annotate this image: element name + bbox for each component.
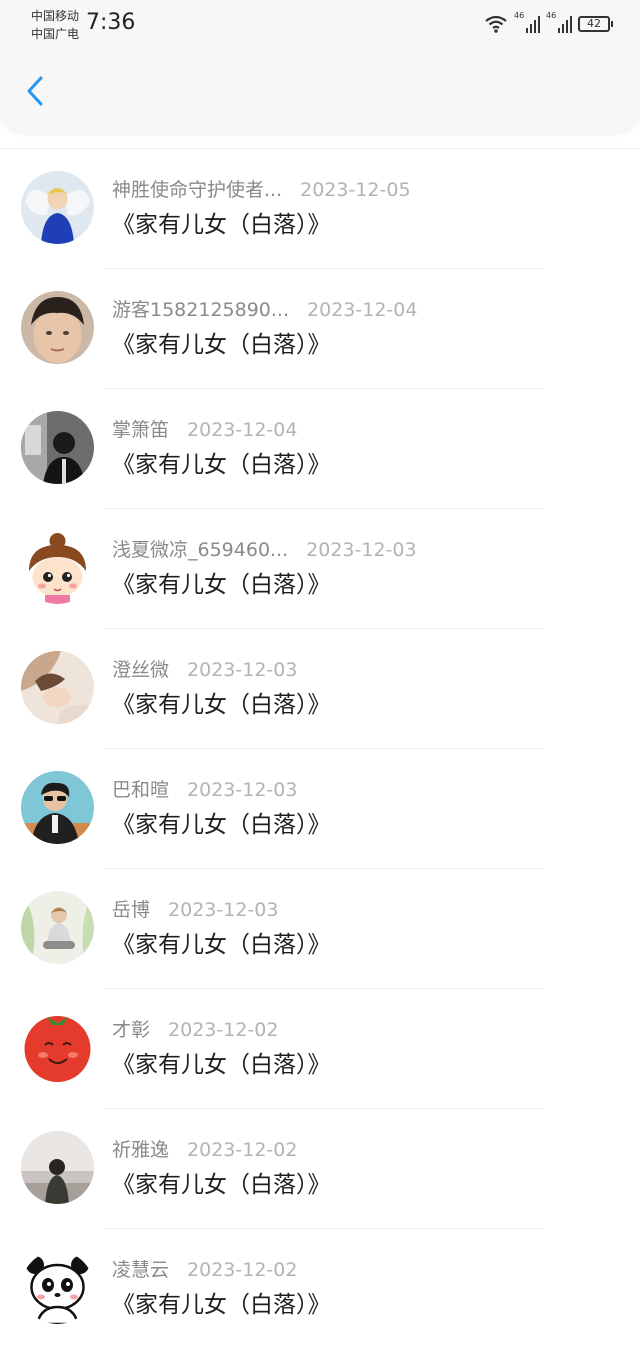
work-title[interactable]: 《家有儿女（白落）》 [112,930,331,960]
sitting-girl-avatar-icon [21,891,94,964]
timestamp: 2023-12-05 [300,179,411,201]
back-button[interactable] [18,68,58,114]
avatar[interactable] [21,891,94,964]
list-item[interactable]: 巴和暄 2023-12-03 《家有儿女（白落）》 [0,749,640,869]
battery-level: 42 [587,17,601,30]
username: 澄丝微 [112,659,170,681]
system-icons: 46 46 42 [484,11,613,36]
work-title[interactable]: 《家有儿女（白落）》 [112,690,331,720]
avatar[interactable] [21,531,94,604]
carrier-2: 中国广电 [31,27,80,41]
panda-cartoon-avatar-icon [21,1251,94,1324]
avatar[interactable] [21,1251,94,1324]
list-item[interactable]: 祈雅逸 2023-12-02 《家有儿女（白落）》 [0,1109,640,1229]
timestamp: 2023-12-03 [187,779,298,801]
seaside-girl-avatar-icon [21,1131,94,1204]
username: 才彰 [112,1019,151,1041]
avatar[interactable] [21,771,94,844]
battery-icon: 42 [578,16,613,32]
signal-2-tag: 46 [546,11,557,20]
work-title[interactable]: 《家有儿女（白落）》 [112,210,331,240]
status-bar: 中国移动 中国广电 7:36 46 46 42 [0,0,640,50]
timestamp: 2023-12-03 [168,899,279,921]
timestamp: 2023-12-02 [187,1259,298,1281]
timestamp: 2023-12-04 [187,419,298,441]
avatar[interactable] [21,171,94,244]
avatar[interactable] [21,1131,94,1204]
signal-1-icon: 46 [514,11,540,35]
username: 游客1582125890... [112,299,290,321]
avatar[interactable] [21,411,94,484]
clock: 7:36 [86,10,136,35]
work-title[interactable]: 《家有儿女（白落）》 [112,1290,331,1320]
username: 巴和暄 [112,779,170,801]
tomato-face-avatar-icon [21,1011,94,1084]
avatar[interactable] [21,291,94,364]
list-item[interactable]: 浅夏微凉_659460... 2023-12-03 《家有儿女（白落）》 [0,509,640,629]
signal-1-tag: 46 [514,11,525,20]
list-item[interactable]: 岳博 2023-12-03 《家有儿女（白落）》 [0,869,640,989]
list-item[interactable]: 凌慧云 2023-12-02 《家有儿女（白落）》 [0,1229,640,1349]
top-nav-bar [0,50,640,132]
username: 浅夏微凉_659460... [112,539,289,561]
work-title[interactable]: 《家有儿女（白落）》 [112,1050,331,1080]
work-title[interactable]: 《家有儿女（白落）》 [112,810,331,840]
list-item[interactable]: 游客1582125890... 2023-12-04 《家有儿女（白落）》 [0,269,640,389]
dark-portrait-avatar-icon [21,411,94,484]
username: 凌慧云 [112,1259,170,1281]
carrier-info: 中国移动 中国广电 [31,7,79,43]
soft-photo-avatar-icon [21,651,94,724]
timestamp: 2023-12-02 [187,1139,298,1161]
username: 祈雅逸 [112,1139,170,1161]
chevron-left-icon [27,76,43,106]
list-item[interactable]: 才彰 2023-12-02 《家有儿女（白落）》 [0,989,640,1109]
timestamp: 2023-12-02 [168,1019,279,1041]
sunglasses-man-avatar-icon [21,771,94,844]
list-item[interactable]: 掌箫笛 2023-12-04 《家有儿女（白落）》 [0,389,640,509]
angel-boy-avatar-icon [21,171,94,244]
timestamp: 2023-12-04 [307,299,418,321]
work-title[interactable]: 《家有儿女（白落）》 [112,1170,331,1200]
work-title[interactable]: 《家有儿女（白落）》 [112,330,331,360]
work-title[interactable]: 《家有儿女（白落）》 [112,570,331,600]
username: 神胜使命守护使者... [112,179,283,201]
avatar[interactable] [21,1011,94,1084]
username: 掌箫笛 [112,419,170,441]
signal-2-icon: 46 [546,11,572,35]
list-item[interactable]: 神胜使命守护使者... 2023-12-05 《家有儿女（白落）》 [0,149,640,269]
username: 岳博 [112,899,151,921]
timestamp: 2023-12-03 [187,659,298,681]
work-title[interactable]: 《家有儿女（白落）》 [112,450,331,480]
avatar[interactable] [21,651,94,724]
cartoon-girl-avatar-icon [21,531,94,604]
list-item[interactable]: 澄丝微 2023-12-03 《家有儿女（白落）》 [0,629,640,749]
carrier-1: 中国移动 [31,9,80,23]
boy-face-avatar-icon [21,291,94,364]
wifi-icon [485,15,507,33]
timestamp: 2023-12-03 [306,539,417,561]
